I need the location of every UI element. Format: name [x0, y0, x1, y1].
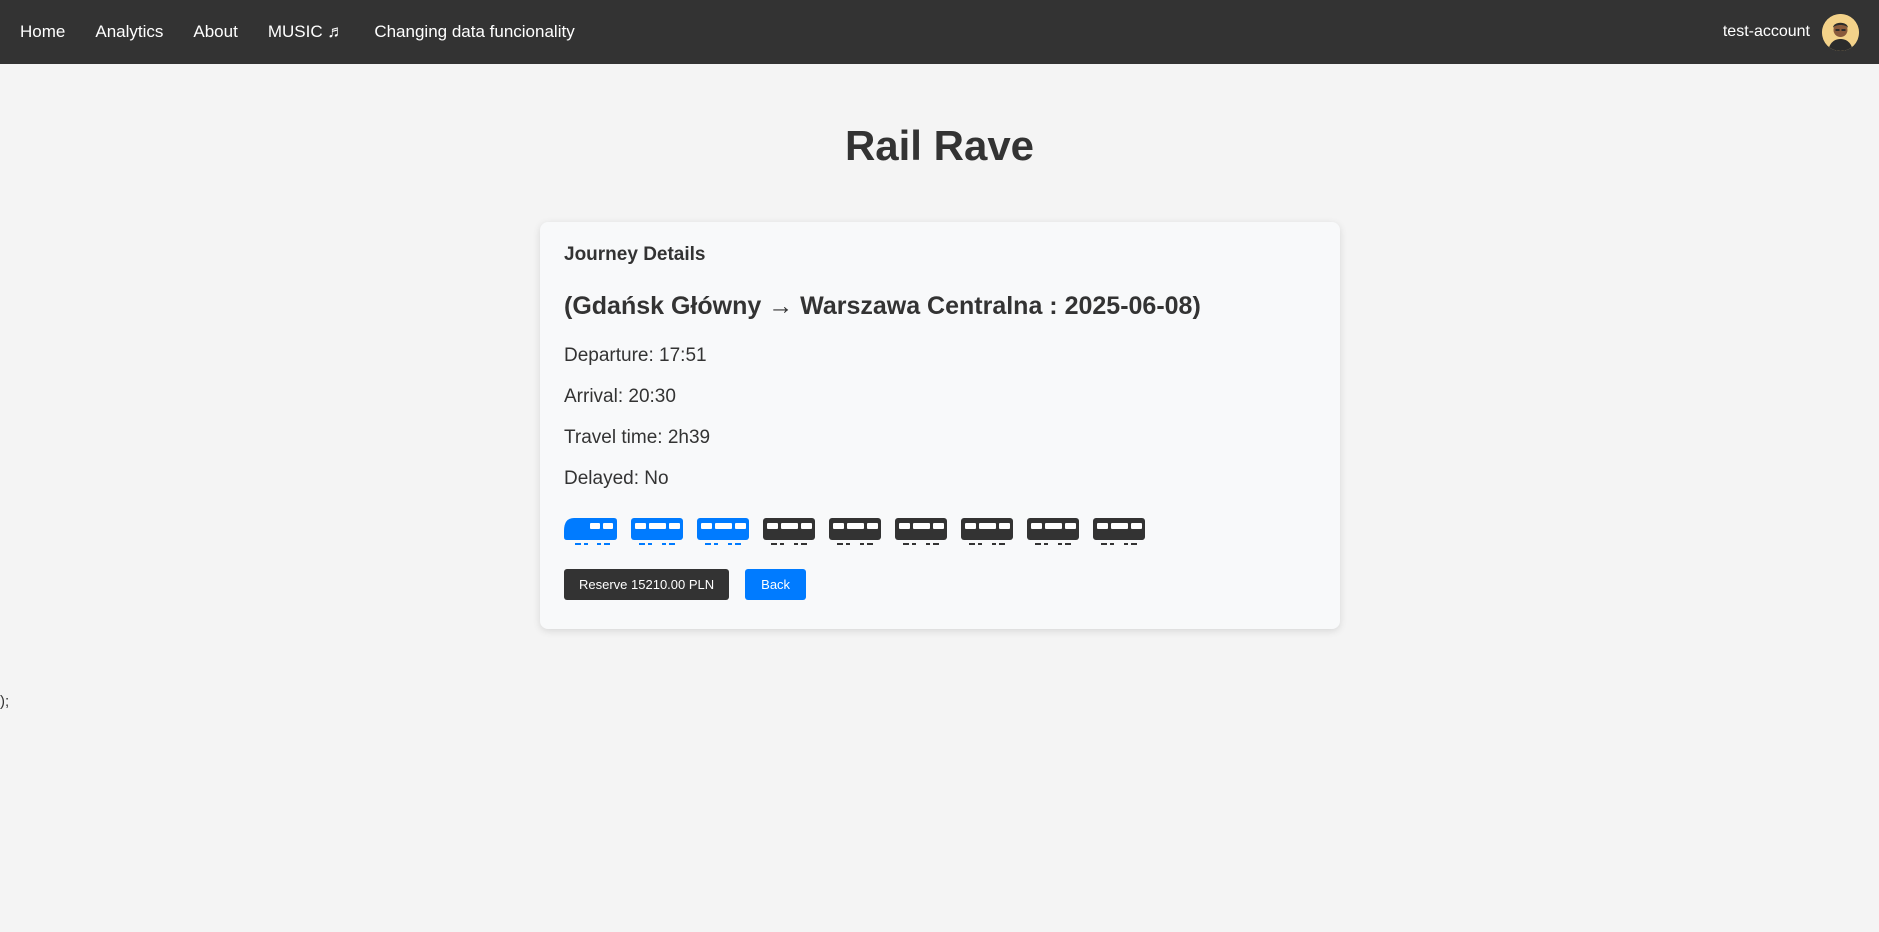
carriage-icon[interactable]: [762, 515, 816, 547]
nav-link-about[interactable]: About: [193, 22, 237, 42]
nav-link-home[interactable]: Home: [20, 22, 65, 42]
route-title: (Gdańsk Główny → Warszawa Centralna : 20…: [564, 292, 1201, 320]
carriage-icon[interactable]: [960, 515, 1014, 547]
account-name[interactable]: test-account: [1723, 23, 1810, 41]
nav-link-analytics[interactable]: Analytics: [95, 22, 163, 42]
user-avatar-icon[interactable]: [1822, 13, 1859, 51]
arrival-time: Arrival: 20:30: [564, 386, 676, 407]
journey-details-card: Journey Details (Gdańsk Główny → Warszaw…: [540, 222, 1340, 629]
carriage-icon[interactable]: [696, 515, 750, 547]
account-area: test-account: [1723, 13, 1859, 51]
nav-link-changing-data[interactable]: Changing data funcionality: [374, 22, 574, 42]
nav-links: Home Analytics About MUSIC ♬ Changing da…: [20, 22, 605, 42]
nav-link-music[interactable]: MUSIC ♬: [268, 22, 345, 42]
action-buttons: Reserve 15210.00 PLN Back: [564, 569, 1316, 600]
top-navbar: Home Analytics About MUSIC ♬ Changing da…: [0, 0, 1879, 64]
reserve-button[interactable]: Reserve 15210.00 PLN: [564, 569, 730, 600]
carriage-icon[interactable]: [894, 515, 948, 547]
stray-text: );: [0, 693, 10, 710]
carriage-icon[interactable]: [1026, 515, 1080, 547]
carriage-icon[interactable]: [828, 515, 882, 547]
carriage-icon[interactable]: [1092, 515, 1146, 547]
departure-time: Departure: 17:51: [564, 345, 707, 366]
travel-time: Travel time: 2h39: [564, 427, 711, 448]
delayed-status: Delayed: No: [564, 468, 669, 489]
locomotive-icon[interactable]: [564, 515, 618, 547]
card-heading: Journey Details: [564, 244, 706, 265]
carriage-icon[interactable]: [630, 515, 684, 547]
train-composition: [564, 515, 1316, 547]
page-title: Rail Rave: [844, 122, 1035, 169]
back-button[interactable]: Back: [745, 569, 807, 600]
